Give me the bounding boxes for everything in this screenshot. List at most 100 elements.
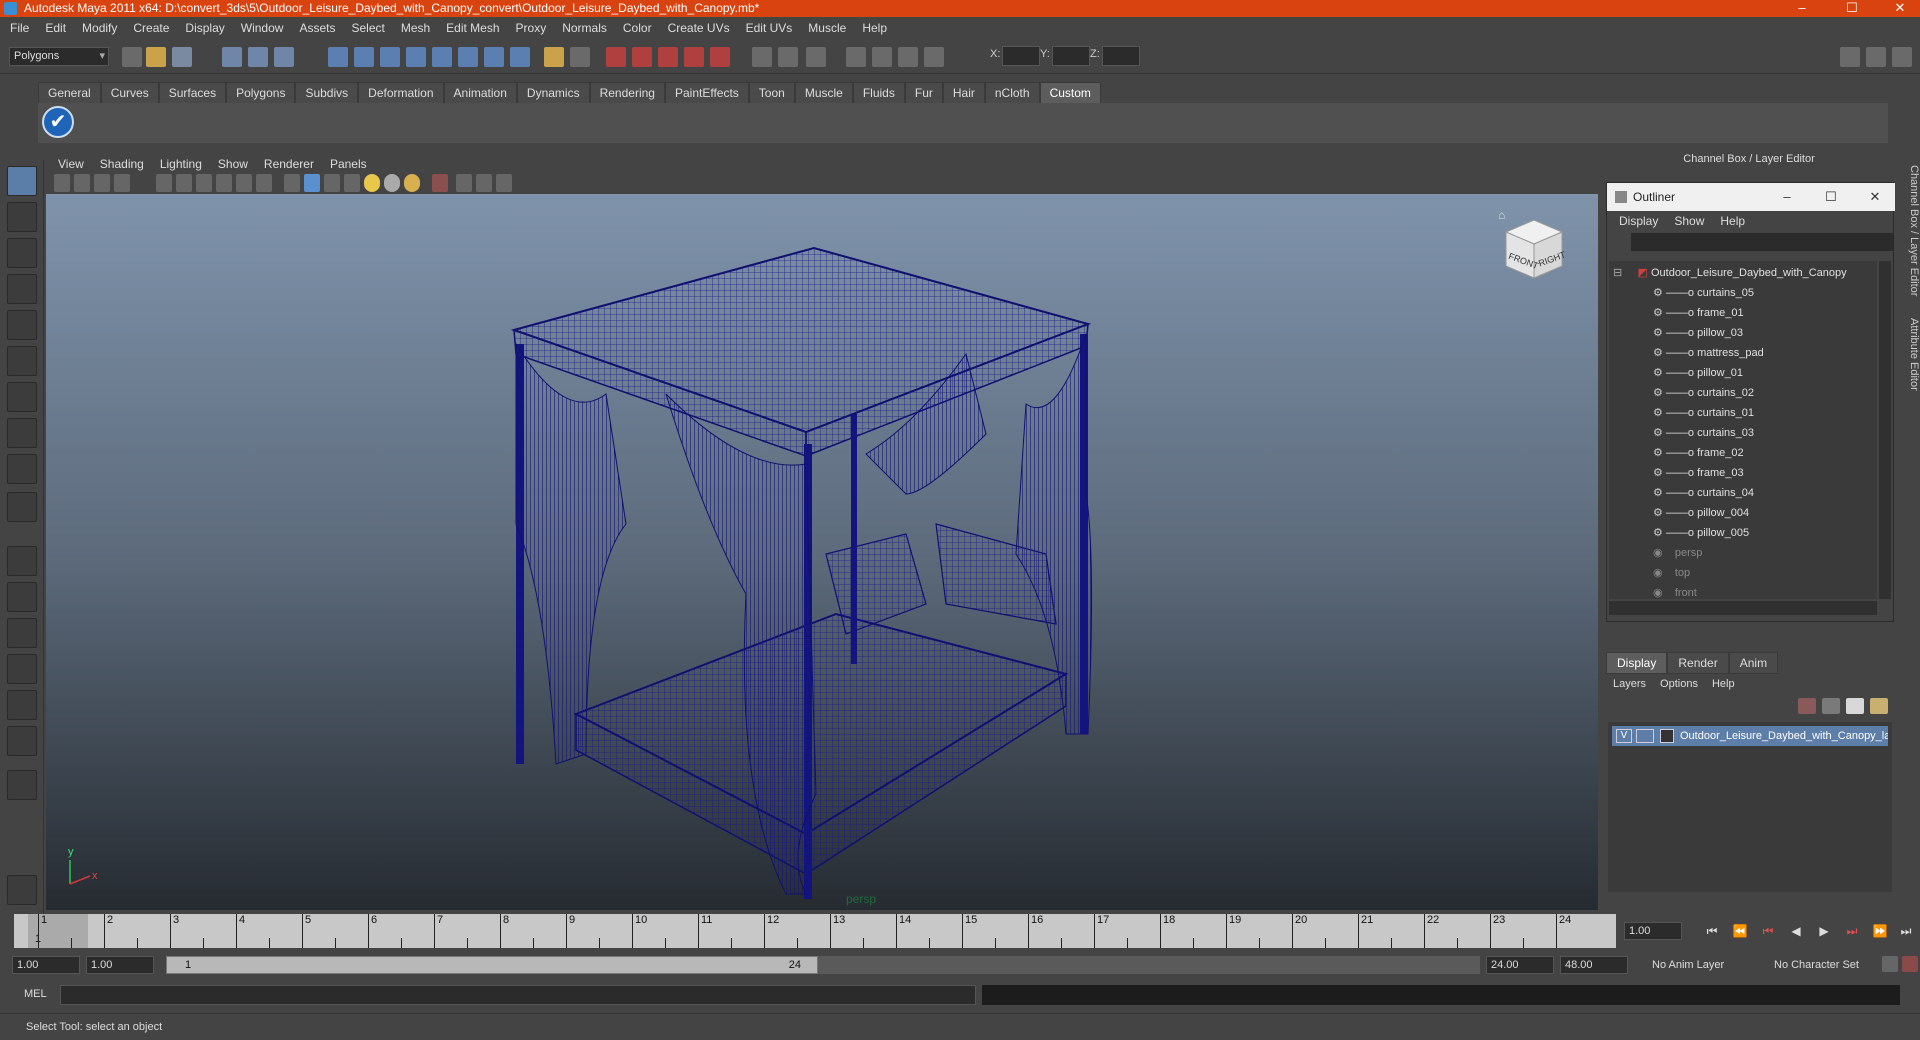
- last-tool-icon[interactable]: [7, 492, 37, 522]
- image-plane-icon[interactable]: [114, 174, 130, 192]
- soft-modification-icon[interactable]: [7, 418, 37, 448]
- play-forwards-icon[interactable]: ▶: [1814, 922, 1834, 940]
- step-back-key-icon[interactable]: ⏮: [1758, 922, 1778, 940]
- outliner-item[interactable]: ⚙ ——o frame_02: [1653, 443, 1744, 463]
- show-tool-settings-icon[interactable]: [1866, 47, 1886, 67]
- menu-edit[interactable]: Edit: [37, 17, 74, 40]
- layer-tab-render[interactable]: Render: [1667, 652, 1729, 674]
- shelf-tab-painteffects[interactable]: PaintEffects: [664, 82, 749, 104]
- shelf-tab-rendering[interactable]: Rendering: [589, 82, 665, 104]
- go-to-start-icon[interactable]: ⏮: [1702, 922, 1722, 940]
- lock-selection-icon[interactable]: [544, 47, 564, 67]
- outliner-close-button[interactable]: ✕: [1855, 183, 1895, 211]
- hud-icon[interactable]: [496, 174, 512, 192]
- four-pane-layout-icon[interactable]: [7, 582, 37, 612]
- layer-tab-display[interactable]: Display: [1606, 652, 1668, 674]
- range-slider-handle[interactable]: 1 24: [166, 956, 818, 974]
- ipr-render-icon[interactable]: [846, 47, 866, 67]
- outliner-item[interactable]: ⚙ ——o mattress_pad: [1653, 343, 1764, 363]
- outliner-item[interactable]: ⚙ ——o curtains_02: [1653, 383, 1754, 403]
- menu-help[interactable]: Help: [854, 17, 895, 40]
- open-scene-icon[interactable]: [146, 47, 166, 67]
- menu-display[interactable]: Display: [177, 17, 232, 40]
- layer-menu-help[interactable]: Help: [1705, 674, 1742, 694]
- select-camera-icon[interactable]: [54, 174, 70, 192]
- playback-end-time-field[interactable]: 24.00: [1486, 956, 1554, 974]
- menu-file[interactable]: File: [2, 17, 37, 40]
- select-object-icon[interactable]: [248, 47, 268, 67]
- viewport-menu-panels[interactable]: Panels: [322, 154, 375, 174]
- show-manipulator-icon[interactable]: [7, 454, 37, 484]
- wireframe-icon[interactable]: [284, 174, 300, 192]
- layer-visibility-toggle[interactable]: V: [1616, 729, 1632, 743]
- viewport-menu-renderer[interactable]: Renderer: [256, 154, 322, 174]
- shelf-tab-surfaces[interactable]: Surfaces: [158, 82, 227, 104]
- viewport-menu-lighting[interactable]: Lighting: [152, 154, 210, 174]
- x-field[interactable]: [1002, 46, 1040, 66]
- select-tool-icon[interactable]: [7, 166, 37, 196]
- outliner-maximize-button[interactable]: ☐: [1811, 183, 1851, 211]
- viewport-3d-scene[interactable]: FRONT RIGHT ⌂ y x persp: [46, 194, 1598, 910]
- save-scene-icon[interactable]: [172, 47, 192, 67]
- use-all-lights-icon[interactable]: [364, 174, 380, 192]
- outliner-minimize-button[interactable]: –: [1767, 183, 1807, 211]
- step-back-icon[interactable]: ⏪: [1730, 922, 1750, 940]
- menu-normals[interactable]: Normals: [554, 17, 615, 40]
- outliner-camera-item[interactable]: ◉ front: [1653, 583, 1697, 603]
- snap-view-plane-icon[interactable]: [684, 47, 704, 67]
- default-light-icon[interactable]: [404, 174, 420, 192]
- xray-joints-icon[interactable]: [476, 174, 492, 192]
- shelf-tab-deformation[interactable]: Deformation: [358, 82, 444, 104]
- tool-settings-icon[interactable]: [7, 875, 37, 905]
- mel-input[interactable]: [60, 985, 976, 1005]
- select-surfaces-icon[interactable]: [406, 47, 426, 67]
- collapse-icon[interactable]: ⊟: [1613, 267, 1622, 279]
- camera-attributes-icon[interactable]: [74, 174, 90, 192]
- go-to-end-icon[interactable]: ⏭: [1896, 922, 1916, 940]
- film-gate-icon[interactable]: [176, 174, 192, 192]
- shelf-tab-hair[interactable]: Hair: [942, 82, 985, 104]
- range-slider[interactable]: 1 24: [166, 956, 1480, 974]
- field-chart-icon[interactable]: [236, 174, 252, 192]
- display-layer-row[interactable]: V Outdoor_Leisure_Daybed_with_Canopy_lay…: [1612, 726, 1888, 746]
- shelf-tab-fur[interactable]: Fur: [904, 82, 943, 104]
- view-cube[interactable]: FRONT RIGHT ⌂: [1488, 204, 1578, 294]
- textured-icon[interactable]: [344, 174, 360, 192]
- outliner-camera-item[interactable]: ◉ top: [1653, 563, 1690, 583]
- outliner-item[interactable]: ⚙ ——o frame_03: [1653, 463, 1744, 483]
- show-channel-box-icon[interactable]: [1892, 47, 1912, 67]
- step-forward-icon[interactable]: ⏩: [1870, 922, 1890, 940]
- menu-select[interactable]: Select: [343, 17, 392, 40]
- outliner-menu-help[interactable]: Help: [1712, 211, 1753, 231]
- outliner-menu-show[interactable]: Show: [1666, 211, 1712, 231]
- shelf-tab-dynamics[interactable]: Dynamics: [516, 82, 590, 104]
- select-component-icon[interactable]: [274, 47, 294, 67]
- select-hierarchy-icon[interactable]: [222, 47, 242, 67]
- home-icon[interactable]: ⌂: [1498, 208, 1505, 222]
- construction-history-icon[interactable]: [778, 47, 798, 67]
- shelf-tab-curves[interactable]: Curves: [100, 82, 159, 104]
- hypershade-icon[interactable]: [898, 47, 918, 67]
- menu-modify[interactable]: Modify: [74, 17, 125, 40]
- shelf-tab-ncloth[interactable]: nCloth: [984, 82, 1040, 104]
- outliner-item[interactable]: ⚙ ——o pillow_004: [1653, 503, 1749, 523]
- outliner-vertical-scrollbar[interactable]: [1879, 261, 1891, 599]
- outliner-item[interactable]: ⚙ ——o curtains_03: [1653, 423, 1754, 443]
- select-deformations-icon[interactable]: [432, 47, 452, 67]
- menu-window[interactable]: Window: [233, 17, 292, 40]
- play-backwards-icon[interactable]: ◀: [1786, 922, 1806, 940]
- viewport-menu-view[interactable]: View: [50, 154, 92, 174]
- bookmarks-icon[interactable]: [94, 174, 110, 192]
- shelf-tab-subdivs[interactable]: Subdivs: [295, 82, 359, 104]
- paint-select-tool-icon[interactable]: [7, 238, 37, 268]
- history-icon[interactable]: [752, 47, 772, 67]
- menu-create-uvs[interactable]: Create UVs: [660, 17, 738, 40]
- checkmark-icon[interactable]: ✔: [42, 106, 74, 138]
- menu-edit-mesh[interactable]: Edit Mesh: [438, 17, 507, 40]
- snap-grid-icon[interactable]: [606, 47, 626, 67]
- universal-manipulator-icon[interactable]: [7, 382, 37, 412]
- animation-start-time-field[interactable]: 1.00: [12, 956, 80, 974]
- persp-graph-hypershade-layout-icon[interactable]: [7, 726, 37, 756]
- shelf-tab-toon[interactable]: Toon: [748, 82, 795, 104]
- select-curves-icon[interactable]: [380, 47, 400, 67]
